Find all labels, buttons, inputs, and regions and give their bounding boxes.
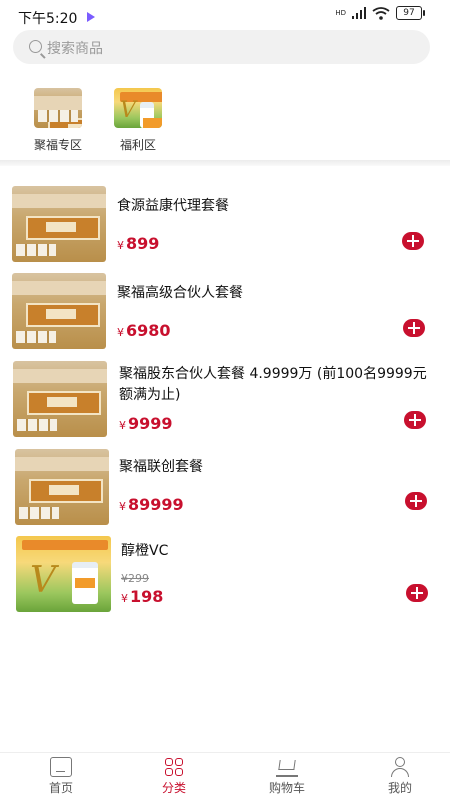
product-name: 食源益康代理套餐 (117, 198, 229, 214)
add-to-cart-button[interactable] (403, 319, 425, 337)
grid-icon (163, 757, 185, 777)
battery-icon: 97 (396, 6, 425, 20)
product-item[interactable]: V 醇橙VC ¥299 ¥198 (0, 536, 450, 616)
cart-icon (276, 757, 298, 777)
add-to-cart-button[interactable] (406, 584, 428, 602)
category-label: 福利区 (119, 138, 156, 152)
category-jufu-thumbnail (34, 88, 82, 128)
network-label: HD (335, 9, 346, 17)
product-price: ¥89999 (119, 495, 184, 514)
tab-label: 首页 (48, 781, 73, 795)
product-name: 聚福联创套餐 (119, 459, 203, 475)
search-input[interactable]: 搜索商品 (13, 30, 430, 64)
product-price: ¥899 (117, 234, 160, 253)
signal-icon (352, 7, 366, 19)
bottom-tab-bar: 首页 分类 购物车 我的 (0, 752, 450, 801)
tab-label: 分类 (161, 781, 186, 795)
tab-cart[interactable]: 购物车 (252, 757, 322, 796)
product-image: V (16, 536, 111, 612)
tab-profile[interactable]: 我的 (365, 757, 435, 796)
product-name: 醇橙VC (121, 543, 169, 559)
category-welfare-thumbnail: V (114, 88, 162, 128)
product-price: ¥198 (121, 587, 164, 606)
product-price: ¥6980 (117, 321, 171, 340)
product-name: 聚福高级合伙人套餐 (117, 285, 243, 301)
product-item[interactable]: 聚福联创套餐 ¥89999 (0, 449, 450, 529)
product-image (12, 186, 106, 262)
category-welfare-zone[interactable]: V 福利区 (98, 88, 178, 153)
product-image (12, 273, 106, 349)
status-icons: HD 97 (335, 6, 425, 20)
product-name: 聚福股东合伙人套餐 4.9999万 (前100名9999元额满为止) (119, 366, 427, 403)
category-jufu-zone[interactable]: 聚福专区 (18, 88, 98, 153)
search-icon (29, 40, 42, 53)
tab-label: 购物车 (268, 781, 305, 795)
search-placeholder: 搜索商品 (47, 41, 103, 57)
product-item[interactable]: 聚福高级合伙人套餐 ¥6980 (0, 273, 450, 353)
user-icon (389, 757, 411, 777)
product-item[interactable]: 聚福股东合伙人套餐 4.9999万 (前100名9999元额满为止) ¥9999 (0, 361, 450, 441)
product-image (15, 449, 109, 525)
category-label: 聚福专区 (33, 138, 82, 152)
add-to-cart-button[interactable] (404, 411, 426, 429)
add-to-cart-button[interactable] (405, 492, 427, 510)
status-bar: 下午5:20 HD 97 (0, 0, 450, 30)
add-to-cart-button[interactable] (402, 232, 424, 250)
product-item[interactable]: 食源益康代理套餐 ¥899 (0, 186, 450, 266)
tab-label: 我的 (387, 781, 412, 795)
tab-home[interactable]: 首页 (26, 757, 96, 796)
product-price: ¥9999 (119, 414, 173, 433)
status-time: 下午5:20 (18, 11, 78, 27)
section-divider (0, 160, 450, 166)
wifi-icon (372, 6, 390, 20)
product-original-price: ¥299 (121, 572, 149, 585)
play-store-icon (87, 12, 95, 22)
product-image (13, 361, 107, 437)
tab-category[interactable]: 分类 (139, 757, 209, 796)
home-icon (50, 757, 72, 777)
